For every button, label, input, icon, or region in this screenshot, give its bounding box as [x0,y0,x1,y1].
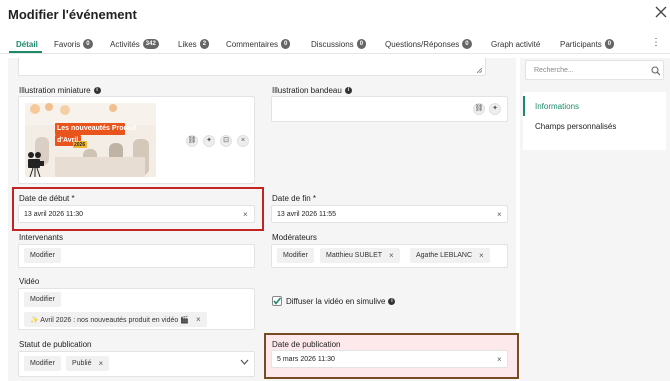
info-icon[interactable]: i [93,87,101,95]
publication-status-label: Statut de publication [19,340,92,349]
tab-label: Commentaires [226,39,279,49]
tab-label: Likes [178,39,197,49]
clear-icon[interactable]: × [243,210,248,219]
video-modify-button[interactable]: Modifier [24,292,61,307]
banner-label-text: Illustration bandeau [272,86,342,95]
tab-detail[interactable]: Détail [16,37,38,51]
thumbnail-image: Les nouveautés Produit d'Avril 2026 [25,103,156,177]
section-menu [523,92,666,150]
chip-label: Agathe LEBLANC [416,252,473,259]
remove-chip-icon[interactable]: × [389,251,394,260]
end-date-input[interactable]: 13 avril 2026 11:55 × [271,205,508,223]
speakers-label: Intervenants [19,233,64,242]
publication-date-label: Date de publication [272,340,341,349]
tab-label: Graph activité [491,39,541,49]
moderator-chip: Matthieu SUBLET × [320,248,400,263]
tab-participants[interactable]: Participants 0 [560,37,615,51]
more-options-icon[interactable]: ⋮ [651,37,661,49]
check-icon [273,297,282,305]
chip-label: Matthieu SUBLET [326,252,383,259]
sidebar-search-input[interactable]: Recherche... [525,60,664,80]
video-label: Vidéo [19,277,40,286]
sparkle-icon[interactable]: ✦ [203,135,215,147]
tab-label: Détail [16,39,38,49]
moderators-modify-button[interactable]: Modifier [277,248,314,263]
crop-icon[interactable]: ⊡ [220,135,232,147]
start-date-value: 13 avril 2026 11:30 [24,211,84,218]
banner-label: Illustration bandeau i [272,86,352,95]
chip-label: Publié [72,360,92,367]
thumbnail-text-line1: Les nouveautés Produit [57,125,137,132]
tab-commentaires[interactable]: Commentaires 0 [226,37,291,51]
publication-date-value: 5 mars 2026 11:30 [277,356,335,363]
section-item-informations[interactable]: Informations [535,102,579,111]
thumbnail-label: Illustration miniature i [19,86,101,95]
clear-icon[interactable]: × [497,210,502,219]
tab-count-badge: 0 [462,39,472,49]
tab-favoris[interactable]: Favoris 0 [54,37,93,51]
thumbnail-photo [25,103,156,177]
chip-label: ✨ Avril 2026 : nos nouveautés produit en… [30,316,189,324]
publication-date-input[interactable]: 5 mars 2026 11:30 × [271,350,508,368]
info-icon[interactable]: i [344,87,352,95]
active-section-indicator [523,96,525,116]
tab-count-badge: 2 [199,39,210,49]
simulive-label-text: Diffuser la vidéo en simulive [286,297,386,306]
tab-count-badge: 0 [356,39,367,49]
video-chip: ✨ Avril 2026 : nos nouveautés produit en… [24,312,207,327]
tab-questions-reponses[interactable]: Questions/Réponses 0 [385,37,472,51]
thumbnail-label-text: Illustration miniature [19,86,91,95]
moderator-chip: Agathe LEBLANC × [410,248,490,263]
resize-handle-icon[interactable] [476,67,482,73]
search-placeholder: Recherche... [534,67,574,74]
chevron-down-icon[interactable] [240,359,249,365]
simulive-checkbox[interactable] [272,296,282,306]
remove-chip-icon[interactable]: × [479,251,484,260]
modal-title: Modifier l'événement [8,7,137,22]
status-chip: Publié × [66,356,110,371]
remove-image-icon[interactable]: × [237,135,249,147]
tab-label: Activités [110,39,140,49]
tab-label: Discussions [311,39,354,49]
tab-label: Questions/Réponses [385,39,460,49]
thumbnail-year-badge: 2026 [74,142,86,148]
start-date-input[interactable]: 13 avril 2026 11:30 × [18,205,255,223]
tab-count-badge: 342 [142,39,159,49]
remove-chip-icon[interactable]: × [196,315,201,324]
sparkle-icon[interactable]: ✦ [489,103,501,115]
end-date-label: Date de fin * [272,194,317,203]
tab-count-badge: 0 [83,39,93,49]
info-icon[interactable]: i [388,298,396,306]
tab-activites[interactable]: Activités 342 [110,37,159,51]
description-textarea[interactable] [18,58,486,76]
tab-label: Participants [560,39,602,49]
simulive-label: Diffuser la vidéo en simulive i [286,297,396,306]
tab-likes[interactable]: Likes 2 [178,37,210,51]
publication-status-modify-button[interactable]: Modifier [24,356,61,371]
speakers-modify-button[interactable]: Modifier [24,248,61,263]
link-icon[interactable]: ⛓ [186,135,198,147]
moderators-label: Modérateurs [272,233,317,242]
link-icon[interactable]: ⛓ [473,103,485,115]
tab-count-badge: 0 [604,39,615,49]
section-item-custom-fields[interactable]: Champs personnalisés [535,122,616,131]
end-date-value: 13 avril 2026 11:55 [277,211,337,218]
tab-graph-activite[interactable]: Graph activité [491,37,540,51]
tab-label: Favoris [54,39,81,49]
modal-header: Modifier l'événement [0,0,670,32]
search-icon[interactable] [651,66,661,76]
remove-chip-icon[interactable]: × [98,359,103,368]
tab-count-badge: 0 [281,39,291,49]
active-tab-indicator [9,51,42,53]
tab-discussions[interactable]: Discussions 0 [311,37,367,51]
start-date-label: Date de début * [19,194,75,203]
close-icon[interactable] [655,6,667,18]
clear-icon[interactable]: × [497,355,502,364]
